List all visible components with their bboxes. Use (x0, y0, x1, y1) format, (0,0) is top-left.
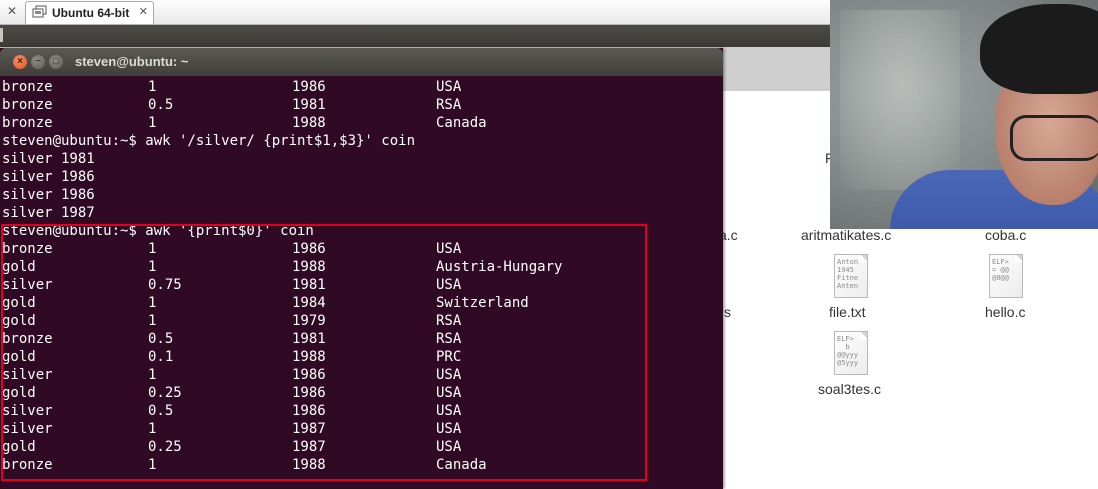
desktop-file-aritmatikates[interactable]: aritmatikates.c (801, 227, 891, 243)
c-source-file-icon[interactable]: ELF> = @@ @8@@ (989, 254, 1023, 298)
webcam-overlay (830, 0, 1098, 229)
terminal-cell: 1 (148, 115, 157, 131)
maximize-button[interactable]: □ (49, 55, 63, 69)
desktop-file-hello[interactable]: hello.c (985, 304, 1025, 320)
terminal-line: silver 1986 (2, 169, 95, 185)
terminal-line: steven@ubuntu:~$ awk '/silver/ {print$1,… (2, 133, 416, 149)
terminal-cell: USA (436, 79, 462, 95)
terminal-cell: 0.5 (148, 97, 174, 113)
close-button[interactable]: × (13, 55, 27, 69)
terminal-cell: 1981 (292, 97, 326, 113)
panel-edge (0, 28, 3, 42)
vm-pages-icon (32, 5, 47, 18)
tab-ubuntu-64-bit[interactable]: Ubuntu 64-bit ✕ (25, 1, 154, 24)
terminal-line: silver 1986 (2, 187, 95, 203)
terminal-title: steven@ubuntu: ~ (75, 54, 189, 69)
tab-close-icon[interactable]: ✕ (139, 5, 148, 18)
terminal-cell: Canada (436, 115, 487, 131)
minimize-button[interactable]: − (31, 55, 45, 69)
terminal-cell: 1988 (292, 115, 326, 131)
terminal-cell: bronze (2, 79, 53, 95)
terminal-cell: 1986 (292, 79, 326, 95)
file-preview: Anton 1945 Fitne Anten (837, 258, 859, 290)
terminal-table-row: bronze 0.5 1981 RSA (2, 96, 718, 114)
webcam-person-glasses (1010, 115, 1098, 161)
ubuntu-top-panel (0, 25, 830, 47)
close-icon[interactable]: ✕ (4, 3, 20, 19)
c-source-file-icon[interactable]: ELF> b @@yyy @5yyy (834, 331, 868, 375)
terminal-cell: RSA (436, 97, 462, 113)
screen: ✕ Ubuntu 64-bit ✕ F a.c s aritmatikates.… (0, 0, 1098, 489)
webcam-background (840, 10, 960, 190)
desktop-partial-label: s (724, 304, 731, 320)
terminal-cell: 1 (148, 79, 157, 95)
text-file-icon[interactable]: Anton 1945 Fitne Anten (834, 254, 868, 298)
file-preview: ELF> b @@yyy @5yyy (837, 335, 859, 367)
terminal-table-row: bronze 1 1986 USA (2, 78, 718, 96)
terminal-cell: bronze (2, 115, 53, 131)
vmware-tab-bar: ✕ Ubuntu 64-bit ✕ (0, 0, 830, 25)
terminal-table-row: bronze 1 1988 Canada (2, 114, 718, 132)
desktop-file-coba[interactable]: coba.c (985, 227, 1026, 243)
file-preview: ELF> = @@ @8@@ (992, 258, 1009, 282)
tab-label: Ubuntu 64-bit (52, 6, 130, 20)
desktop-background (722, 47, 830, 91)
highlight-annotation-box (1, 224, 647, 481)
terminal-line: silver 1981 (2, 151, 95, 167)
terminal-line: silver 1987 (2, 205, 95, 221)
webcam-person-hair (980, 4, 1098, 94)
terminal-titlebar[interactable]: × − □ steven@ubuntu: ~ (0, 48, 723, 76)
desktop-file-soal3tes[interactable]: soal3tes.c (818, 381, 881, 397)
desktop-file-file-txt[interactable]: file.txt (829, 304, 866, 320)
terminal-cell: bronze (2, 97, 53, 113)
